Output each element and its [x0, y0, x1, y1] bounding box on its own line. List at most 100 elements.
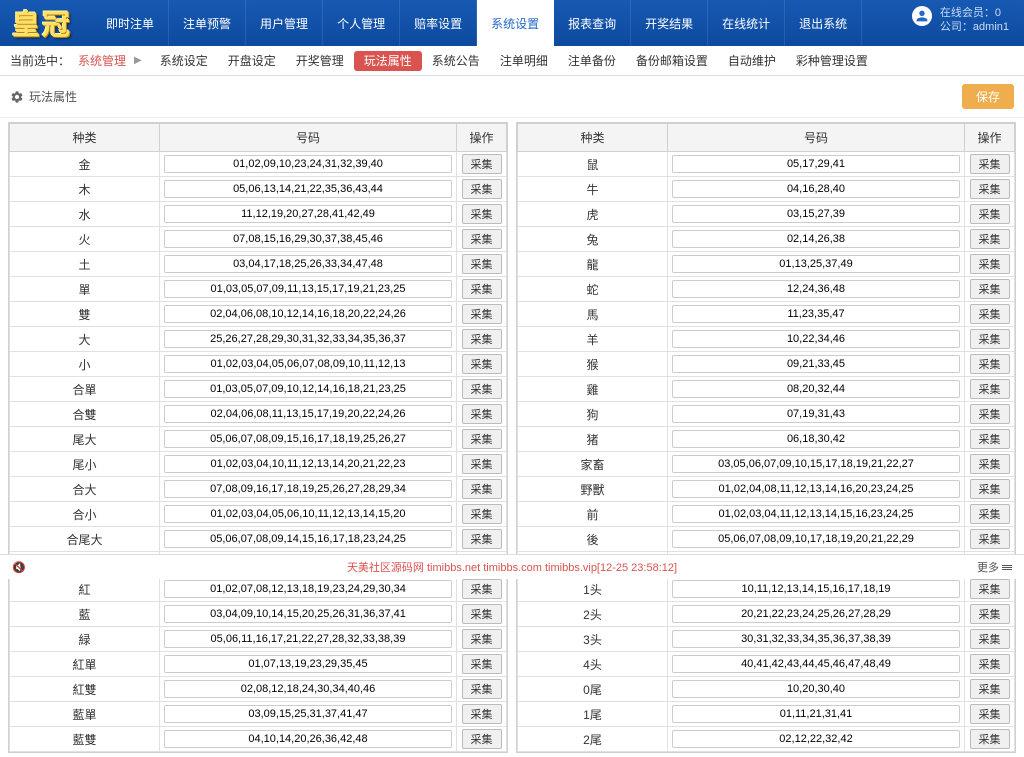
- numbers-input[interactable]: [164, 530, 452, 548]
- numbers-input[interactable]: [672, 530, 960, 548]
- sub-nav-item[interactable]: 彩种管理设置: [786, 51, 878, 71]
- collect-button[interactable]: 采集: [970, 329, 1010, 349]
- numbers-input[interactable]: [672, 630, 960, 648]
- numbers-input[interactable]: [164, 580, 452, 598]
- collect-button[interactable]: 采集: [970, 479, 1010, 499]
- main-nav-item[interactable]: 赔率设置: [400, 0, 477, 46]
- collect-button[interactable]: 采集: [462, 629, 502, 649]
- sub-nav-item[interactable]: 备份邮箱设置: [626, 51, 718, 71]
- numbers-input[interactable]: [672, 680, 960, 698]
- sub-nav-item[interactable]: 注单明细: [490, 51, 558, 71]
- sub-nav-item[interactable]: 系统公告: [422, 51, 490, 71]
- collect-button[interactable]: 采集: [970, 354, 1010, 374]
- sub-nav-item[interactable]: 开盘设定: [218, 51, 286, 71]
- numbers-input[interactable]: [164, 305, 452, 323]
- numbers-input[interactable]: [164, 455, 452, 473]
- collect-button[interactable]: 采集: [462, 579, 502, 599]
- collect-button[interactable]: 采集: [970, 304, 1010, 324]
- collect-button[interactable]: 采集: [970, 229, 1010, 249]
- sub-nav-item[interactable]: 系统设定: [150, 51, 218, 71]
- numbers-input[interactable]: [672, 180, 960, 198]
- collect-button[interactable]: 采集: [462, 329, 502, 349]
- numbers-input[interactable]: [164, 480, 452, 498]
- numbers-input[interactable]: [672, 505, 960, 523]
- collect-button[interactable]: 采集: [970, 204, 1010, 224]
- save-button[interactable]: 保存: [962, 84, 1014, 109]
- numbers-input[interactable]: [672, 380, 960, 398]
- numbers-input[interactable]: [164, 730, 452, 748]
- collect-button[interactable]: 采集: [970, 404, 1010, 424]
- numbers-input[interactable]: [672, 280, 960, 298]
- numbers-input[interactable]: [672, 655, 960, 673]
- collect-button[interactable]: 采集: [462, 504, 502, 524]
- collect-button[interactable]: 采集: [970, 529, 1010, 549]
- numbers-input[interactable]: [672, 705, 960, 723]
- collect-button[interactable]: 采集: [462, 404, 502, 424]
- collect-button[interactable]: 采集: [970, 504, 1010, 524]
- sub-nav-item[interactable]: 自动维护: [718, 51, 786, 71]
- numbers-input[interactable]: [672, 355, 960, 373]
- numbers-input[interactable]: [672, 405, 960, 423]
- numbers-input[interactable]: [672, 205, 960, 223]
- more-link[interactable]: 更多: [977, 559, 1012, 575]
- numbers-input[interactable]: [164, 605, 452, 623]
- main-nav-item[interactable]: 开奖结果: [631, 0, 708, 46]
- collect-button[interactable]: 采集: [462, 229, 502, 249]
- numbers-input[interactable]: [672, 580, 960, 598]
- collect-button[interactable]: 采集: [970, 704, 1010, 724]
- numbers-input[interactable]: [672, 305, 960, 323]
- numbers-input[interactable]: [672, 480, 960, 498]
- numbers-input[interactable]: [672, 730, 960, 748]
- main-nav-item[interactable]: 系统设置: [477, 0, 554, 46]
- collect-button[interactable]: 采集: [970, 254, 1010, 274]
- collect-button[interactable]: 采集: [462, 279, 502, 299]
- numbers-input[interactable]: [164, 280, 452, 298]
- numbers-input[interactable]: [672, 230, 960, 248]
- numbers-input[interactable]: [164, 655, 452, 673]
- main-nav-item[interactable]: 报表查询: [554, 0, 631, 46]
- numbers-input[interactable]: [672, 155, 960, 173]
- collect-button[interactable]: 采集: [462, 379, 502, 399]
- main-nav-item[interactable]: 用户管理: [246, 0, 323, 46]
- collect-button[interactable]: 采集: [462, 254, 502, 274]
- collect-button[interactable]: 采集: [970, 654, 1010, 674]
- sub-nav-item[interactable]: 注单备份: [558, 51, 626, 71]
- collect-button[interactable]: 采集: [462, 304, 502, 324]
- main-nav-item[interactable]: 个人管理: [323, 0, 400, 46]
- main-nav-item[interactable]: 在线统计: [708, 0, 785, 46]
- main-nav-item[interactable]: 注单预警: [169, 0, 246, 46]
- sub-nav-item[interactable]: 玩法属性: [354, 51, 422, 71]
- collect-button[interactable]: 采集: [462, 179, 502, 199]
- collect-button[interactable]: 采集: [462, 704, 502, 724]
- numbers-input[interactable]: [164, 330, 452, 348]
- numbers-input[interactable]: [164, 705, 452, 723]
- collect-button[interactable]: 采集: [462, 354, 502, 374]
- numbers-input[interactable]: [164, 505, 452, 523]
- collect-button[interactable]: 采集: [970, 379, 1010, 399]
- collect-button[interactable]: 采集: [970, 729, 1010, 749]
- collect-button[interactable]: 采集: [970, 429, 1010, 449]
- collect-button[interactable]: 采集: [462, 529, 502, 549]
- numbers-input[interactable]: [164, 380, 452, 398]
- numbers-input[interactable]: [672, 330, 960, 348]
- collect-button[interactable]: 采集: [462, 479, 502, 499]
- numbers-input[interactable]: [164, 405, 452, 423]
- collect-button[interactable]: 采集: [462, 654, 502, 674]
- numbers-input[interactable]: [672, 455, 960, 473]
- collect-button[interactable]: 采集: [462, 204, 502, 224]
- numbers-input[interactable]: [164, 230, 452, 248]
- main-nav-item[interactable]: 即时注单: [92, 0, 169, 46]
- collect-button[interactable]: 采集: [970, 154, 1010, 174]
- collect-button[interactable]: 采集: [970, 279, 1010, 299]
- collect-button[interactable]: 采集: [462, 729, 502, 749]
- numbers-input[interactable]: [672, 430, 960, 448]
- numbers-input[interactable]: [164, 205, 452, 223]
- numbers-input[interactable]: [164, 680, 452, 698]
- main-nav-item[interactable]: 退出系统: [785, 0, 862, 46]
- collect-button[interactable]: 采集: [462, 604, 502, 624]
- numbers-input[interactable]: [164, 155, 452, 173]
- sub-nav-item[interactable]: 开奖管理: [286, 51, 354, 71]
- numbers-input[interactable]: [164, 630, 452, 648]
- collect-button[interactable]: 采集: [970, 179, 1010, 199]
- collect-button[interactable]: 采集: [970, 454, 1010, 474]
